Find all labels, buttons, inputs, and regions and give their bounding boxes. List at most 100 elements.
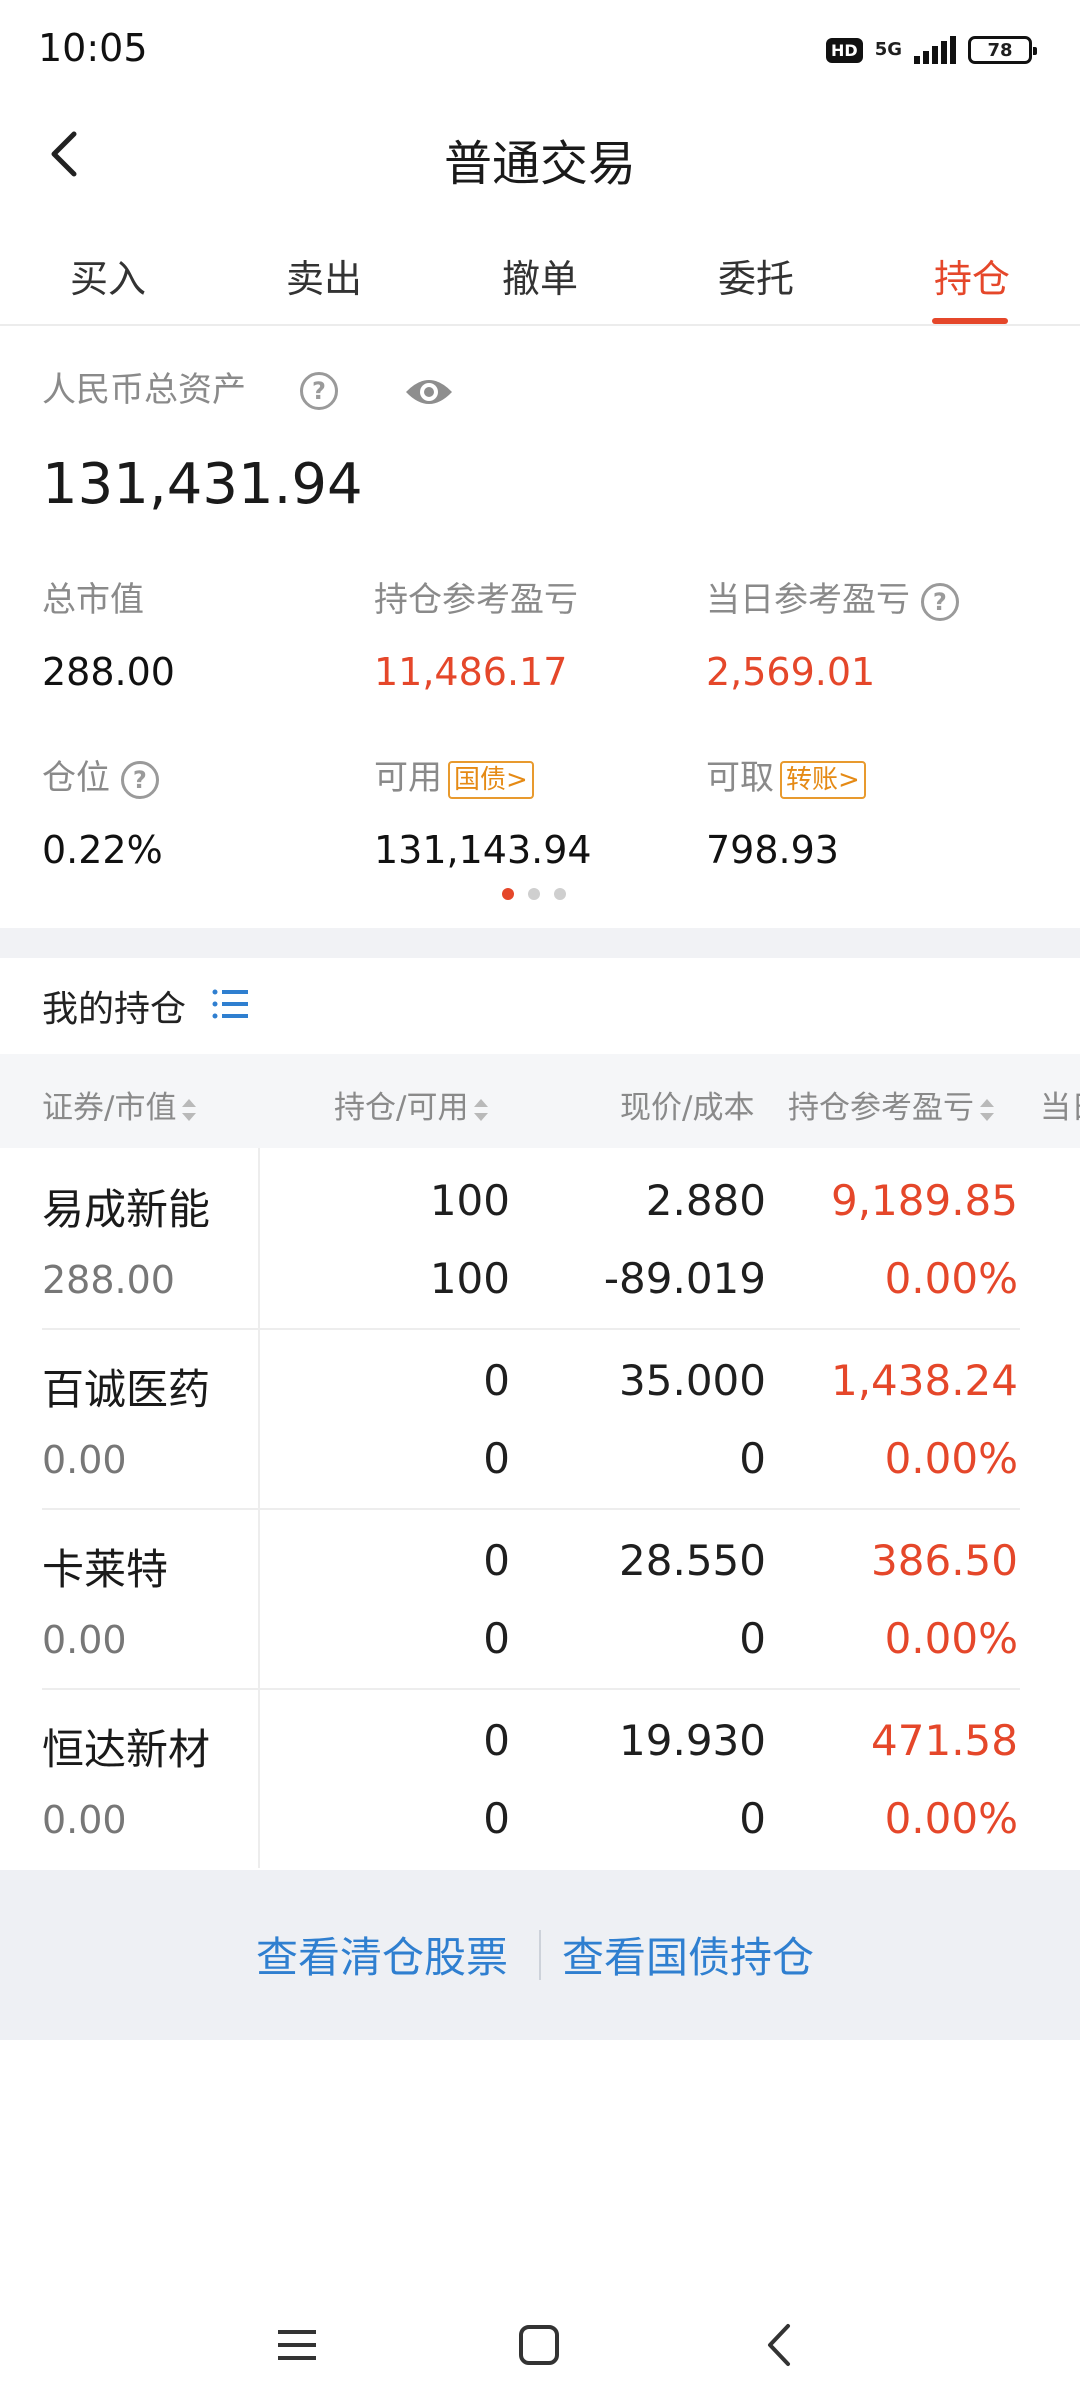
current-price: 35.000 (619, 1356, 766, 1405)
tab-indicator (932, 318, 1008, 324)
stock-name: 卡莱特 (42, 1545, 169, 1594)
col-header-position-pl[interactable]: 持仓参考盈亏 (788, 1082, 994, 1127)
page-dot (528, 888, 540, 900)
col-header-security-label: 证券/市值 (42, 1090, 177, 1126)
table-header: 证券/市值 持仓/可用 现价/成本 持仓参考盈亏 当日 (0, 1054, 1080, 1148)
section-divider (0, 928, 1080, 958)
question-circle-icon[interactable]: ? (300, 372, 338, 410)
hd-icon: HD (826, 37, 863, 63)
total-assets-value: 131,431.94 (42, 452, 363, 517)
cost-price: 0 (739, 1614, 766, 1663)
view-treasury-holdings-link[interactable]: 查看国债持仓 (562, 1924, 814, 1985)
current-price: 19.930 (619, 1716, 766, 1765)
position-pl-pct: 0.00% (884, 1254, 1018, 1303)
eye-icon[interactable] (404, 372, 454, 416)
sort-icon (474, 1098, 489, 1122)
stat-label-daily-pl-text: 当日参考盈亏 (706, 580, 910, 620)
current-price: 28.550 (619, 1536, 766, 1585)
cost-price: 0 (739, 1794, 766, 1843)
page-indicator (502, 888, 566, 900)
holding-qty: 0 (483, 1536, 510, 1585)
list-icon[interactable] (210, 984, 250, 1028)
stat-label-daily-pl: 当日参考盈亏 ? (706, 572, 959, 621)
tab-orders[interactable]: 委托 (648, 248, 864, 303)
page-dot (554, 888, 566, 900)
cost-price: 0 (739, 1434, 766, 1483)
position-pl: 471.58 (871, 1716, 1018, 1765)
stat-label-position-pl: 持仓参考盈亏 (374, 580, 578, 620)
network-label: 5G (874, 39, 902, 60)
link-separator (539, 1930, 541, 1980)
status-bar: 10:05 HD 5G 78 (0, 0, 1080, 100)
position-pl: 9,189.85 (830, 1176, 1018, 1225)
tab-cancel-order[interactable]: 撤单 (432, 248, 648, 303)
sort-icon (980, 1098, 994, 1122)
market-value: 0.00 (42, 1618, 127, 1662)
stat-label-market-value: 总市值 (42, 580, 144, 620)
available-qty: 0 (483, 1794, 510, 1843)
tab-buy[interactable]: 买入 (0, 248, 216, 303)
battery-level: 78 (987, 39, 1013, 61)
stat-label-withdrawable-text: 可取 (706, 758, 774, 798)
holding-qty: 100 (429, 1176, 510, 1225)
market-value: 288.00 (42, 1258, 175, 1302)
tab-positions[interactable]: 持仓 (864, 248, 1080, 303)
table-row[interactable]: 卡莱特 0.00 0 0 28.550 0 386.50 0.00% (0, 1510, 1080, 1690)
position-pl: 386.50 (871, 1536, 1018, 1585)
position-pl-pct: 0.00% (884, 1614, 1018, 1663)
col-header-holding[interactable]: 持仓/可用 (334, 1082, 489, 1127)
market-value: 0.00 (42, 1798, 127, 1842)
back-nav-icon[interactable] (758, 2322, 804, 2368)
stock-name: 易成新能 (42, 1185, 211, 1234)
question-circle-icon[interactable]: ? (920, 582, 959, 621)
available-qty: 0 (483, 1614, 510, 1663)
stat-label-available-text: 可用 (374, 758, 442, 798)
stat-value-available: 131,143.94 (374, 828, 592, 872)
stock-name: 百诚医药 (42, 1365, 211, 1414)
battery-icon: 78 (968, 36, 1037, 64)
stat-label-position-ratio: 仓位 ? (42, 750, 159, 799)
col-header-position-pl-label: 持仓参考盈亏 (788, 1090, 974, 1126)
position-pl-pct: 0.00% (884, 1794, 1018, 1843)
stat-label-available: 可用 国债> (374, 750, 534, 799)
total-assets-label: 人民币总资产 (42, 370, 246, 410)
tab-sell[interactable]: 卖出 (216, 248, 432, 303)
status-icons: HD 5G 78 (826, 30, 1037, 70)
holding-qty: 0 (483, 1356, 510, 1405)
available-qty: 0 (483, 1434, 510, 1483)
system-nav-bar (0, 2300, 1080, 2408)
col-header-security[interactable]: 证券/市值 (42, 1082, 197, 1127)
table-row[interactable]: 百诚医药 0.00 0 0 35.000 0 1,438.24 0.00% (0, 1330, 1080, 1510)
holdings-title: 我的持仓 (42, 989, 187, 1030)
page-dot-active (502, 888, 514, 900)
cost-price: -89.019 (603, 1254, 766, 1303)
current-price: 2.880 (645, 1176, 766, 1225)
signal-icon (914, 36, 956, 64)
footer-links: 查看清仓股票 查看国债持仓 (0, 1870, 1080, 2040)
stat-value-market-value: 288.00 (42, 650, 175, 694)
stat-value-position-pl: 11,486.17 (374, 650, 568, 694)
market-value: 0.00 (42, 1438, 127, 1482)
col-header-daily[interactable]: 当日 (1040, 1082, 1080, 1127)
stat-value-position-ratio: 0.22% (42, 828, 163, 872)
menu-icon[interactable] (274, 2322, 320, 2368)
question-circle-icon[interactable]: ? (120, 760, 159, 799)
available-qty: 100 (429, 1254, 510, 1303)
status-time: 10:05 (38, 26, 148, 70)
position-pl: 1,438.24 (830, 1356, 1018, 1405)
col-header-holding-label: 持仓/可用 (334, 1090, 469, 1126)
page-title: 普通交易 (443, 136, 636, 192)
transfer-tag[interactable]: 转账> (780, 760, 866, 799)
table-row[interactable]: 易成新能 288.00 100 100 2.880 -89.019 9,189.… (0, 1150, 1080, 1330)
col-header-price[interactable]: 现价/成本 (620, 1082, 754, 1127)
table-row[interactable]: 恒达新材 0.00 0 0 19.930 0 471.58 0.00% (0, 1690, 1080, 1870)
view-cleared-stocks-link[interactable]: 查看清仓股票 (256, 1924, 508, 1985)
sort-icon (182, 1098, 197, 1122)
treasury-bond-tag[interactable]: 国债> (448, 760, 534, 799)
header: 普通交易 (0, 100, 1080, 210)
home-icon[interactable] (516, 2322, 562, 2368)
stock-name: 恒达新材 (42, 1725, 211, 1774)
holding-qty: 0 (483, 1716, 510, 1765)
position-pl-pct: 0.00% (884, 1434, 1018, 1483)
stat-label-withdrawable: 可取 转账> (706, 750, 866, 799)
